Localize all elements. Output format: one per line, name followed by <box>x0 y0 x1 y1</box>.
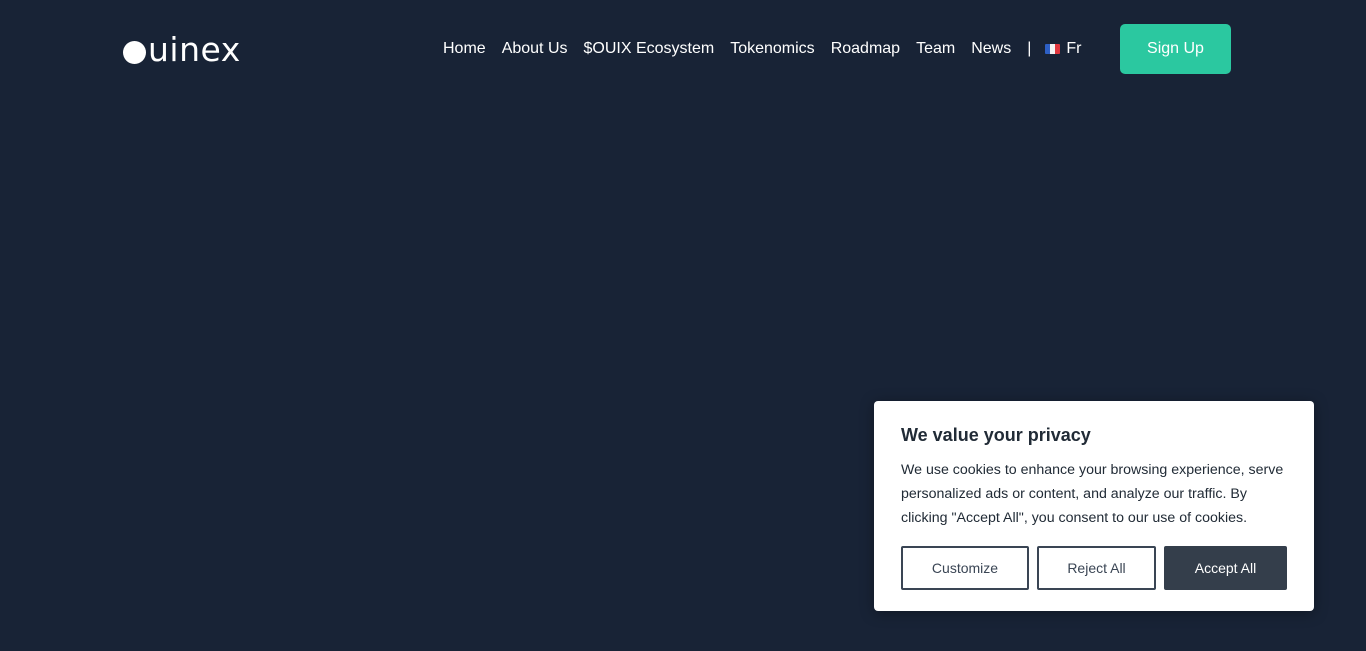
logo-text: uinex <box>148 30 241 69</box>
nav-team[interactable]: Team <box>916 40 955 58</box>
logo-dot-icon <box>123 41 146 64</box>
nav-about-us[interactable]: About Us <box>502 40 568 58</box>
nav-ouix-ecosystem[interactable]: $OUIX Ecosystem <box>584 40 715 58</box>
nav-roadmap[interactable]: Roadmap <box>831 40 900 58</box>
page: uinex Home About Us $OUIX Ecosystem Toke… <box>0 0 1366 651</box>
cookie-banner-text: We use cookies to enhance your browsing … <box>901 462 1284 526</box>
nav-home[interactable]: Home <box>443 40 486 58</box>
main-nav: Home About Us $OUIX Ecosystem Tokenomics… <box>443 24 1090 74</box>
logo-link[interactable]: uinex <box>123 30 241 70</box>
cookie-consent-banner: We value your privacy We use cookies to … <box>874 401 1314 611</box>
language-label: Fr <box>1066 40 1082 57</box>
accept-all-button[interactable]: Accept All <box>1164 546 1287 590</box>
site-header: uinex Home About Us $OUIX Ecosystem Toke… <box>0 0 1366 98</box>
cookie-banner-title: We value your privacy <box>901 425 1091 445</box>
cookie-banner-actions: Customize Reject All Accept All <box>901 546 1287 590</box>
nav-news[interactable]: News <box>971 40 1011 58</box>
france-flag-icon <box>1045 44 1061 54</box>
customize-button[interactable]: Customize <box>901 546 1029 590</box>
nav-tokenomics[interactable]: Tokenomics <box>730 40 814 58</box>
reject-all-button[interactable]: Reject All <box>1037 546 1156 590</box>
nav-separator: | <box>1027 40 1032 57</box>
sign-up-button[interactable]: Sign Up <box>1120 24 1231 74</box>
language-switcher[interactable]: Fr <box>1045 40 1081 58</box>
